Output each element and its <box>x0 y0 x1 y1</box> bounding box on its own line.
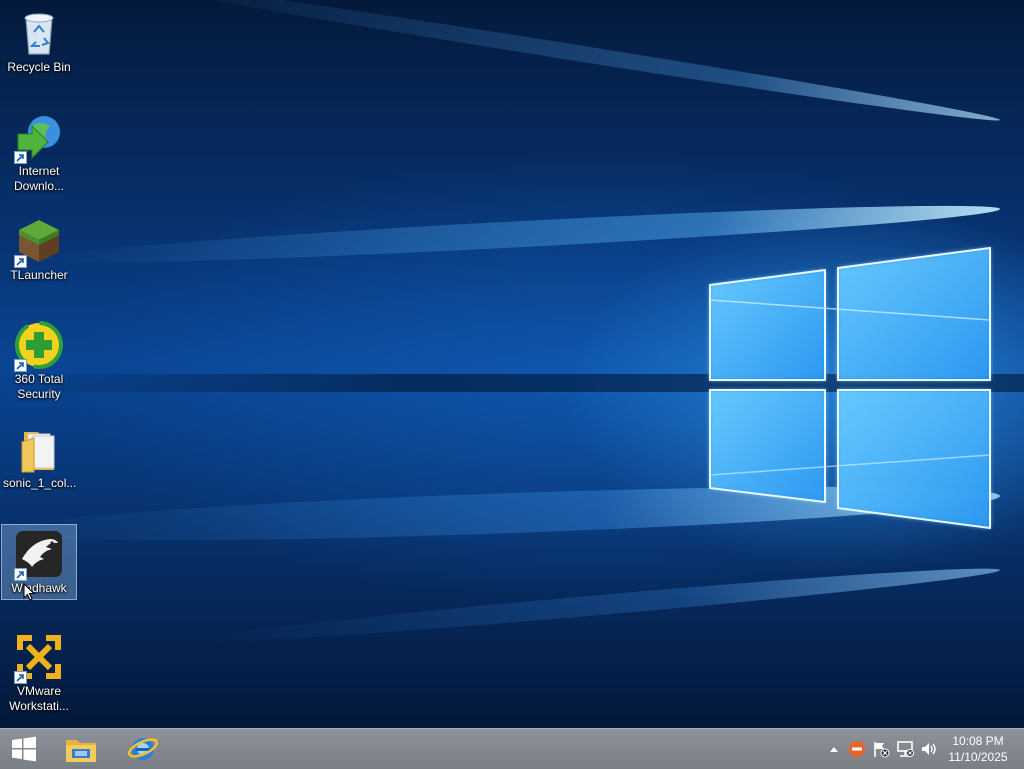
vmware-workstation-icon <box>14 632 64 684</box>
shortcut-arrow-icon <box>14 359 27 372</box>
show-hidden-icons-chevron-icon <box>830 747 838 752</box>
show-hidden-icons-button[interactable] <box>825 741 843 757</box>
taskbar: 10:08 PM 11/10/2025 <box>0 728 1024 769</box>
taskbar-internet-explorer[interactable] <box>118 729 168 769</box>
360-tray-icon <box>849 741 865 757</box>
desktop-icon-windhawk[interactable]: Windhawk <box>1 524 77 600</box>
folder-icon <box>14 424 64 474</box>
shortcut-arrow-icon <box>14 151 27 164</box>
desktop-icon-label: Recycle Bin <box>7 60 71 74</box>
action-center-flag-icon <box>874 742 890 758</box>
tray-network[interactable] <box>896 741 914 757</box>
desktop-icon-sonic-folder[interactable]: sonic_1_col... <box>2 420 76 494</box>
file-explorer-icon <box>66 740 96 762</box>
tray-action-center[interactable] <box>872 741 890 758</box>
desktop-icon-tlauncher[interactable]: TLauncher <box>2 212 76 286</box>
360-total-security-icon <box>14 320 64 372</box>
internet-download-manager-icon <box>14 112 64 164</box>
taskbar-clock[interactable]: 10:08 PM 11/10/2025 <box>946 733 1010 765</box>
internet-explorer-icon <box>127 738 159 760</box>
windhawk-icon <box>14 529 64 581</box>
tlauncher-icon <box>14 216 64 268</box>
desktop-icon-label: VMware Workstati... <box>9 684 69 713</box>
recycle-bin-icon <box>14 8 64 58</box>
desktop-icon-label: 360 Total Security <box>14 372 64 401</box>
mouse-pointer-icon <box>23 583 35 601</box>
taskbar-file-explorer[interactable] <box>56 729 106 769</box>
clock-time: 10:08 PM <box>952 734 1004 748</box>
tray-360-security[interactable] <box>848 741 866 757</box>
volume-icon <box>922 743 936 755</box>
wallpaper-windows-logo <box>709 246 991 530</box>
shortcut-arrow-icon <box>14 671 27 684</box>
network-icon <box>897 741 914 757</box>
desktop-wallpaper[interactable]: Recycle Bin Internet Downlo... TLauncher <box>0 0 1024 728</box>
clock-date: 11/10/2025 <box>948 750 1008 764</box>
desktop-icon-vmware-workstation[interactable]: VMware Workstati... <box>2 628 76 717</box>
desktop-icon-360-total-security[interactable]: 360 Total Security <box>2 316 76 405</box>
desktop-icon-recycle-bin[interactable]: Recycle Bin <box>2 4 76 78</box>
shortcut-arrow-icon <box>14 568 27 581</box>
wallpaper-light-beam <box>129 0 1002 128</box>
desktop-icon-label: TLauncher <box>10 268 68 282</box>
shortcut-arrow-icon <box>14 255 27 268</box>
wallpaper-light-beam <box>202 560 1001 650</box>
desktop-icon-internet-download-manager[interactable]: Internet Downlo... <box>2 108 76 197</box>
tray-volume[interactable] <box>920 741 938 757</box>
desktop-icon-label: sonic_1_col... <box>3 476 77 490</box>
desktop-icon-label: Internet Downlo... <box>13 164 65 193</box>
desktop-icon-label: Windhawk <box>11 581 67 595</box>
windows-logo-icon <box>12 736 36 762</box>
start-button[interactable] <box>0 729 48 769</box>
